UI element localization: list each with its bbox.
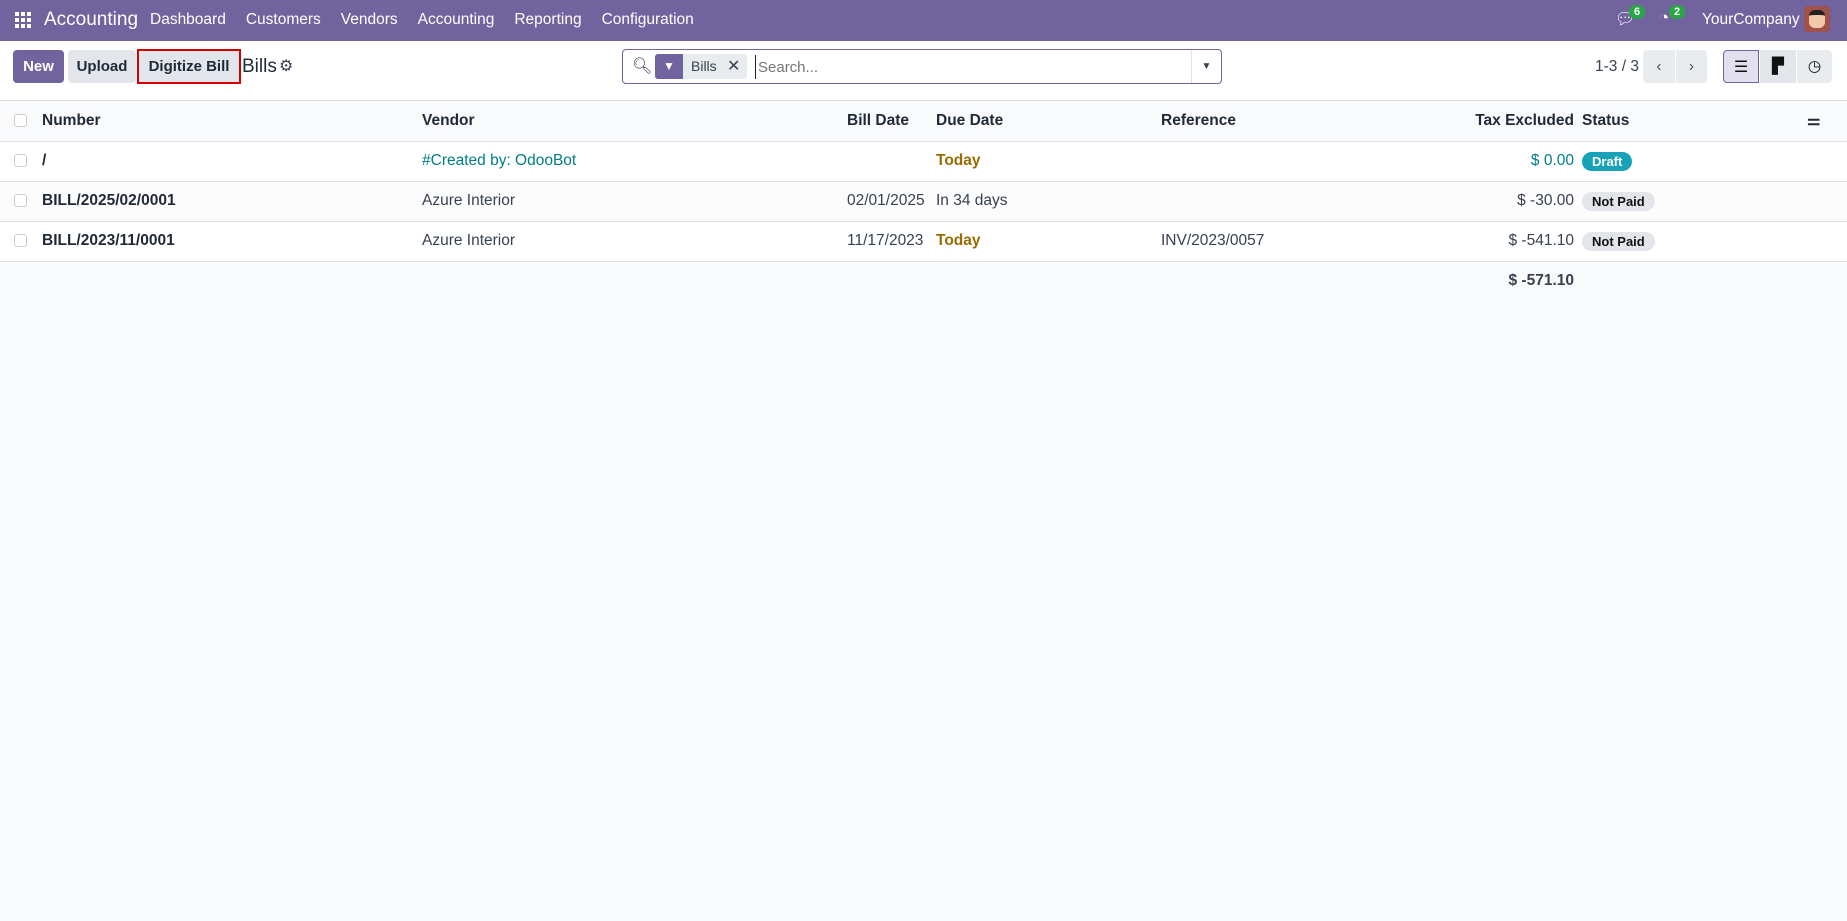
- remove-facet-icon[interactable]: ✕: [727, 56, 740, 76]
- col-vendor[interactable]: Vendor: [422, 101, 847, 142]
- facet-label: Bills: [691, 58, 717, 74]
- col-bill-date[interactable]: Bill Date: [847, 101, 936, 142]
- company-name[interactable]: YourCompany: [1702, 11, 1800, 29]
- cell-due-date: In 34 days: [936, 181, 1161, 222]
- cell-reference: INV/2023/0057: [1161, 221, 1421, 262]
- app-name[interactable]: Accounting: [44, 9, 138, 31]
- table-row[interactable]: BILL/2023/11/0001 Azure Interior 11/17/2…: [0, 221, 1847, 262]
- table-row[interactable]: BILL/2025/02/0001 Azure Interior 02/01/2…: [0, 181, 1847, 222]
- row-checkbox[interactable]: [14, 234, 27, 248]
- total-tax-excluded: $ -571.10: [1508, 272, 1575, 290]
- kanban-icon: ▛: [1772, 58, 1784, 75]
- status-badge: Not Paid: [1582, 191, 1655, 211]
- avatar[interactable]: [1804, 6, 1830, 32]
- filter-icon: ▼: [655, 54, 683, 79]
- bills-table: Number Vendor Bill Date Due Date Referen…: [0, 101, 1847, 301]
- filter-facet: ▼ Bills ✕: [655, 54, 747, 79]
- table-row[interactable]: / #Created by: OdooBot Today $ 0.00 Draf…: [0, 141, 1847, 182]
- row-checkbox[interactable]: [14, 194, 27, 208]
- table-header: Number Vendor Bill Date Due Date Referen…: [0, 101, 1847, 142]
- pager-previous[interactable]: ‹: [1643, 50, 1675, 83]
- col-tax-excluded[interactable]: Tax Excluded: [1421, 101, 1582, 142]
- menu-reporting[interactable]: Reporting: [514, 11, 581, 29]
- cell-bill-date: 11/17/2023: [847, 221, 936, 262]
- new-button[interactable]: New: [13, 50, 64, 83]
- cell-bill-date: 02/01/2025: [847, 181, 936, 222]
- pager-next[interactable]: ›: [1676, 50, 1707, 83]
- menu-vendors[interactable]: Vendors: [341, 11, 398, 29]
- pager-value[interactable]: 1-3 / 3: [1595, 58, 1639, 76]
- cell-number: BILL/2025/02/0001: [42, 181, 422, 222]
- messages-badge: 6: [1629, 5, 1646, 19]
- cell-reference: [1161, 181, 1421, 222]
- search-input[interactable]: [755, 55, 1095, 79]
- activity-badge: 2: [1669, 5, 1686, 19]
- search-dropdown-toggle[interactable]: ▼: [1191, 50, 1221, 83]
- search-bar: 🔍︎ ▼ Bills ✕ ▼: [622, 49, 1222, 84]
- menu-customers[interactable]: Customers: [246, 11, 321, 29]
- cell-vendor: Azure Interior: [422, 221, 847, 262]
- list-icon: ☰: [1733, 58, 1749, 76]
- menu-dashboard[interactable]: Dashboard: [150, 11, 226, 29]
- menu-accounting[interactable]: Accounting: [418, 11, 495, 29]
- page-title: Bills: [242, 56, 277, 77]
- col-status[interactable]: Status: [1582, 101, 1807, 142]
- cell-due-date: Today: [936, 141, 1161, 182]
- menu-configuration[interactable]: Configuration: [602, 11, 694, 29]
- apps-menu-icon[interactable]: [15, 12, 31, 28]
- gear-icon[interactable]: ⚙: [279, 56, 293, 76]
- cell-tax-excluded: $ -541.10: [1421, 221, 1582, 262]
- digitize-bill-button[interactable]: Digitize Bill: [137, 49, 241, 84]
- cell-bill-date: [847, 141, 936, 182]
- list-view-button[interactable]: ☰: [1723, 50, 1759, 83]
- upload-button[interactable]: Upload: [68, 50, 136, 83]
- kanban-view-button[interactable]: ▛: [1760, 50, 1796, 83]
- col-due-date[interactable]: Due Date: [936, 101, 1161, 142]
- cell-reference: [1161, 141, 1421, 182]
- search-icon[interactable]: 🔍︎: [632, 56, 652, 76]
- status-badge: Draft: [1582, 151, 1633, 171]
- col-reference[interactable]: Reference: [1161, 101, 1421, 142]
- optional-columns-icon[interactable]: ⚌: [1807, 112, 1820, 129]
- top-navbar: Accounting Dashboard Customers Vendors A…: [0, 0, 1847, 41]
- cell-number: /: [42, 141, 422, 182]
- cell-number: BILL/2023/11/0001: [42, 221, 422, 262]
- cell-vendor: Azure Interior: [422, 181, 847, 222]
- cell-tax-excluded: $ -30.00: [1421, 181, 1582, 222]
- cell-due-date: Today: [936, 221, 1161, 262]
- cell-vendor: #Created by: OdooBot: [422, 141, 847, 182]
- col-number[interactable]: Number: [42, 101, 422, 142]
- status-badge: Not Paid: [1582, 231, 1655, 251]
- activity-icon[interactable]: ◔: [1659, 8, 1669, 28]
- clock-icon: ◷: [1807, 58, 1822, 75]
- table-footer: $ -571.10: [0, 261, 1847, 301]
- select-all-checkbox[interactable]: [14, 114, 27, 128]
- cell-tax-excluded: $ 0.00: [1421, 141, 1582, 182]
- activity-view-button[interactable]: ◷: [1797, 50, 1832, 83]
- row-checkbox[interactable]: [14, 154, 27, 168]
